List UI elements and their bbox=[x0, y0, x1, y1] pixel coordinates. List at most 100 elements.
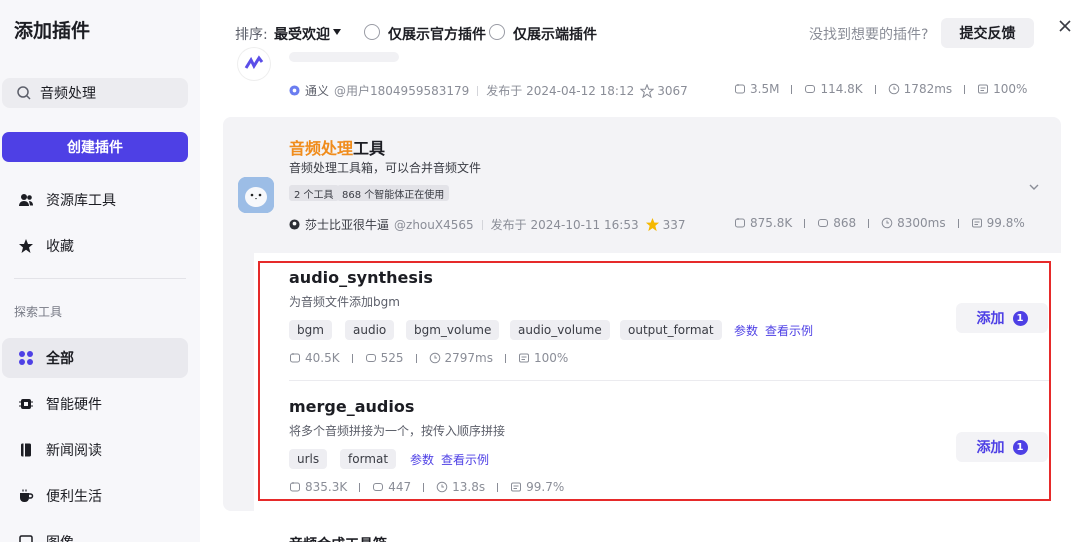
title-highlight: 音频处理 bbox=[289, 139, 354, 158]
sidebar-divider bbox=[14, 278, 186, 279]
tool-divider bbox=[289, 380, 1049, 381]
star-count: 337 bbox=[662, 217, 686, 232]
plugin-title-placeholder bbox=[289, 52, 399, 62]
tool-stats: 835.3K 447 13.8s 99.7% bbox=[289, 480, 564, 494]
tool-list bbox=[254, 253, 1061, 511]
tool-description: 为音频文件添加bgm bbox=[289, 295, 400, 309]
sidebar-item-label: 资源库工具 bbox=[46, 193, 116, 209]
sidebar-item-resource-tools[interactable]: 资源库工具 bbox=[2, 180, 188, 220]
tool-description: 将多个音频拼接为一个，按传入顺序拼接 bbox=[289, 424, 506, 438]
bots-count: 525 bbox=[380, 351, 404, 365]
plugin-stats: 875.8K 868 8300ms 99.8% bbox=[734, 216, 1025, 230]
sort-dropdown[interactable]: 最受欢迎 bbox=[274, 24, 330, 44]
official-only-label[interactable]: 仅展示官方插件 bbox=[388, 24, 486, 44]
sidebar-item-favorites[interactable]: 收藏 bbox=[2, 226, 188, 266]
params-link[interactable]: 参数 bbox=[734, 322, 758, 339]
view-example-link[interactable]: 查看示例 bbox=[441, 451, 489, 468]
plugin-title[interactable]: 音频处理工具 bbox=[289, 135, 385, 159]
publish-date: 发布于 2024-04-12 18:12 bbox=[486, 84, 635, 98]
search-icon bbox=[17, 86, 31, 100]
calls-icon bbox=[290, 353, 300, 363]
param-tag: format bbox=[340, 449, 397, 469]
sidebar-item-label: 图像 bbox=[46, 532, 74, 542]
bots-count: 868 bbox=[833, 216, 857, 230]
params-link[interactable]: 参数 bbox=[410, 451, 434, 468]
star-outline-icon[interactable] bbox=[640, 83, 655, 98]
param-tag: bgm bbox=[289, 320, 332, 340]
param-tag: audio bbox=[345, 320, 395, 340]
next-plugin-title[interactable]: 音频合成工具箱 bbox=[289, 534, 387, 542]
bot-icon bbox=[818, 219, 829, 227]
author-handle: @zhouX4565 bbox=[394, 217, 474, 232]
sidebar-item-image[interactable]: 图像 bbox=[2, 522, 188, 542]
official-only-radio[interactable] bbox=[364, 24, 380, 40]
tools-count-badge: 2 个工具 bbox=[289, 185, 339, 201]
sidebar-item-all[interactable]: 全部 bbox=[2, 338, 188, 378]
author-handle: @用户1804959583179 bbox=[334, 84, 470, 98]
chevron-down-icon[interactable] bbox=[1028, 181, 1040, 193]
calls-icon bbox=[735, 218, 745, 228]
plugin-avatar bbox=[238, 177, 274, 213]
user-avatar-icon bbox=[289, 219, 300, 230]
star-filled-icon[interactable] bbox=[645, 217, 660, 232]
hint-text: 没找到想要的插件? bbox=[809, 27, 929, 43]
sidebar-item-label: 全部 bbox=[46, 351, 74, 367]
param-tag: urls bbox=[289, 449, 328, 469]
bots-count: 447 bbox=[388, 480, 412, 494]
clock-icon bbox=[881, 217, 893, 229]
calls-icon bbox=[735, 84, 745, 94]
param-tag: bgm_volume bbox=[406, 320, 500, 340]
calls-icon bbox=[290, 482, 300, 492]
add-count-badge: 1 bbox=[1012, 310, 1028, 326]
grid-icon bbox=[18, 350, 34, 366]
clock-icon bbox=[429, 352, 440, 364]
sidebar-item-label: 便利生活 bbox=[46, 489, 102, 505]
feedback-button[interactable]: 提交反馈 bbox=[941, 18, 1034, 48]
param-tag: audio_volume bbox=[510, 320, 610, 340]
close-icon[interactable] bbox=[1057, 18, 1073, 34]
client-only-label[interactable]: 仅展示端插件 bbox=[513, 24, 597, 44]
bots-count: 114.8K bbox=[820, 82, 863, 96]
success-rate: 99.8% bbox=[986, 216, 1025, 230]
view-example-link[interactable]: 查看示例 bbox=[765, 322, 813, 339]
calls-count: 875.8K bbox=[750, 216, 793, 230]
sidebar-item-label: 新闻阅读 bbox=[46, 443, 102, 459]
plugin-meta: 通义 @用户1804959583179 发布于 2024-04-12 18:12… bbox=[289, 82, 688, 99]
calls-count: 835.3K bbox=[305, 480, 348, 494]
cup-icon bbox=[18, 488, 34, 504]
bot-icon bbox=[373, 483, 384, 491]
clock-icon bbox=[436, 481, 448, 493]
bot-icon bbox=[805, 85, 816, 93]
clock-icon bbox=[888, 83, 899, 95]
plugin-avatar bbox=[238, 48, 270, 80]
bots-using-badge: 868 个智能体正在使用 bbox=[337, 185, 450, 201]
tongyi-logo-icon bbox=[289, 85, 300, 96]
search-value: 音频处理 bbox=[40, 86, 96, 102]
success-rate: 100% bbox=[533, 351, 569, 365]
publish-date: 发布于 2024-10-11 16:53 bbox=[490, 218, 639, 232]
chip-icon bbox=[18, 396, 34, 412]
book-icon bbox=[18, 442, 34, 458]
create-plugin-button[interactable]: 创建插件 bbox=[2, 132, 188, 162]
calls-count: 40.5K bbox=[305, 351, 340, 365]
add-count-badge: 1 bbox=[1012, 439, 1028, 455]
add-tool-button[interactable]: 添加 1 bbox=[956, 432, 1048, 462]
sidebar-item-news[interactable]: 新闻阅读 bbox=[2, 430, 188, 470]
star-count: 3067 bbox=[657, 83, 688, 98]
caret-down-icon[interactable] bbox=[333, 29, 341, 35]
sidebar-item-smart-hardware[interactable]: 智能硬件 bbox=[2, 384, 188, 424]
sidebar-item-label: 收藏 bbox=[46, 239, 74, 255]
tool-stats: 40.5K 525 2797ms 100% bbox=[289, 351, 568, 365]
sidebar-item-life[interactable]: 便利生活 bbox=[2, 476, 188, 516]
author-name: 莎士比亚很牛逼 bbox=[305, 218, 390, 232]
bot-icon bbox=[365, 354, 376, 362]
search-input[interactable]: 音频处理 bbox=[2, 78, 188, 108]
success-icon bbox=[511, 482, 522, 492]
dialog-title: 添加插件 bbox=[14, 20, 91, 42]
param-tag: output_format bbox=[620, 320, 722, 340]
client-only-radio[interactable] bbox=[489, 24, 505, 40]
success-rate: 99.7% bbox=[526, 480, 565, 494]
tool-name-audio-synthesis: audio_synthesis bbox=[289, 268, 433, 287]
add-tool-button[interactable]: 添加 1 bbox=[956, 303, 1048, 333]
success-icon bbox=[978, 84, 989, 94]
